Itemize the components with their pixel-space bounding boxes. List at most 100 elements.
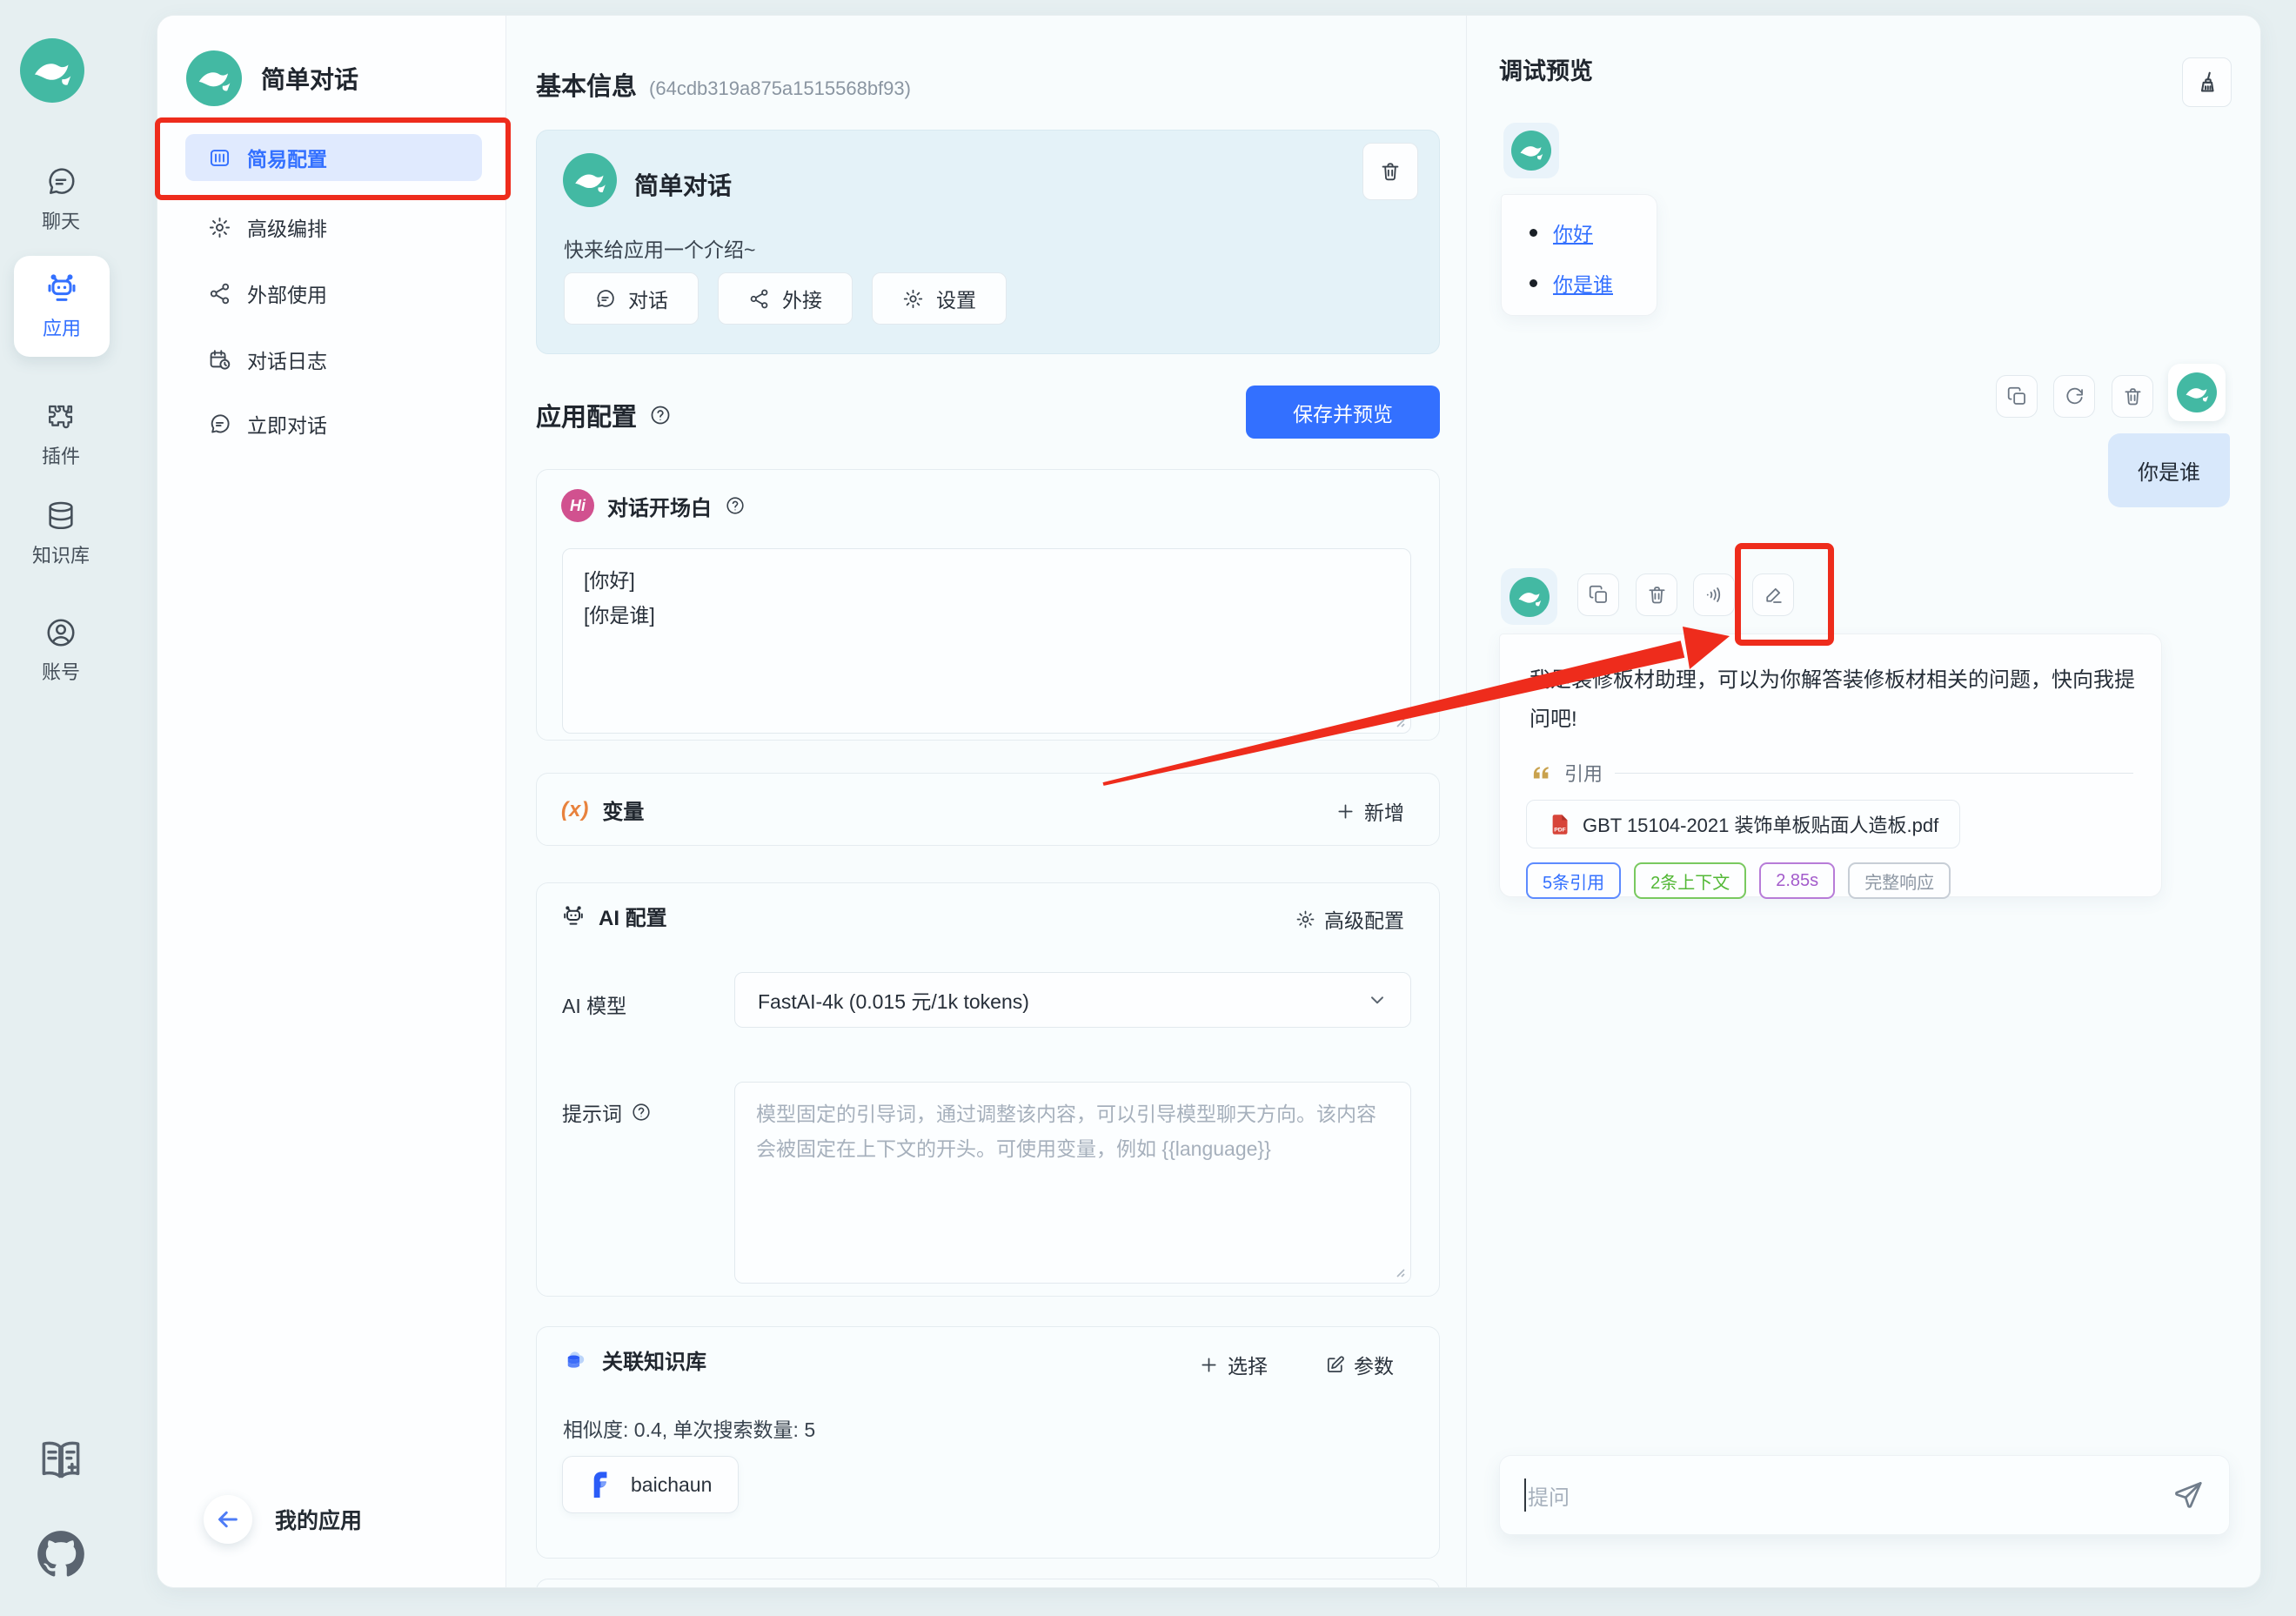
paper-plane-icon — [2172, 1479, 2205, 1512]
chat-action-button[interactable]: 对话 — [564, 272, 699, 325]
ai-model-select[interactable]: FastAI-4k (0.015 元/1k tokens) — [734, 972, 1411, 1028]
context-badge[interactable]: 2条上下文 — [1634, 862, 1746, 899]
send-button[interactable] — [2172, 1479, 2205, 1512]
nav-item-simple-config[interactable]: 简易配置 — [185, 134, 482, 181]
trash-icon — [1646, 584, 1668, 606]
kb-dataset-chip[interactable]: baichaun — [562, 1456, 739, 1513]
advanced-config-button[interactable]: 高级配置 — [1295, 904, 1404, 934]
left-rail: 聊天 应用 插件 知识库 账号 — [0, 0, 157, 1616]
kb-search-info: 相似度: 0.4, 单次搜索数量: 5 — [563, 1413, 815, 1443]
rail-item-apps[interactable]: 应用 — [14, 256, 110, 357]
gear-icon — [208, 216, 231, 239]
gear-icon — [1295, 909, 1315, 929]
ai-config-header: AI 配置 — [561, 901, 667, 931]
rail-item-account[interactable]: 账号 — [0, 616, 122, 685]
read-aloud-button[interactable] — [1693, 573, 1735, 616]
nav-item-external-use[interactable]: 外部使用 — [185, 270, 482, 317]
button-label: 对话 — [628, 284, 668, 313]
app-title: 简单对话 — [261, 61, 358, 96]
clear-chat-button[interactable] — [2182, 57, 2232, 107]
add-variable-button[interactable]: 新增 — [1335, 796, 1404, 826]
full-response-badge[interactable]: 完整响应 — [1848, 862, 1951, 899]
rail-item-plugins[interactable]: 插件 — [0, 400, 122, 469]
rail-item-label: 知识库 — [32, 540, 90, 568]
debug-preview-title: 调试预览 — [1499, 52, 1593, 86]
broom-icon — [2194, 70, 2220, 96]
bot-avatar-icon — [1511, 131, 1551, 171]
nav-item-label: 立即对话 — [247, 409, 327, 439]
welcome-link-row: 你好 — [1514, 218, 1648, 247]
button-label: 外接 — [782, 284, 822, 313]
help-icon[interactable] — [725, 495, 746, 516]
delete-app-button[interactable] — [1362, 143, 1418, 200]
nav-item-advanced-orchestration[interactable]: 高级编排 — [185, 204, 482, 251]
kb-params-button[interactable]: 参数 — [1325, 1350, 1394, 1379]
opening-textarea[interactable]: [你好] [你是谁] — [563, 549, 1410, 733]
citation-file-chip[interactable]: GBT 15104-2021 装饰单板贴面人造板.pdf — [1526, 800, 1960, 848]
kb-select-button[interactable]: 选择 — [1199, 1350, 1268, 1379]
nav-item-label: 对话日志 — [247, 345, 327, 374]
welcome-link[interactable]: 你好 — [1553, 218, 1593, 247]
plus-icon — [1199, 1355, 1219, 1375]
nav-item-label: 外部使用 — [247, 278, 327, 308]
kb-header: 关联知识库 — [561, 1344, 706, 1375]
edit-response-button[interactable] — [1752, 573, 1794, 616]
help-icon[interactable] — [631, 1102, 652, 1123]
person-circle-icon — [44, 616, 77, 649]
resize-handle[interactable] — [1392, 714, 1406, 728]
resize-handle[interactable] — [1392, 1264, 1406, 1278]
chat-bubble-icon — [208, 412, 231, 436]
bot-avatar-icon — [1509, 577, 1550, 617]
delete-response-button[interactable] — [1636, 573, 1677, 616]
opening-header: Hi 对话开场白 — [561, 489, 746, 522]
user-avatar — [2168, 364, 2226, 421]
refresh-icon — [2064, 386, 2085, 407]
simple-config-icon — [208, 146, 231, 170]
rail-item-label: 聊天 — [42, 206, 80, 234]
opening-title: 对话开场白 — [607, 491, 712, 521]
settings-action-button[interactable]: 设置 — [872, 272, 1007, 325]
citations-badge[interactable]: 5条引用 — [1526, 862, 1621, 899]
rail-item-knowledge[interactable]: 知识库 — [0, 500, 122, 568]
chat-input[interactable]: 提问 — [1499, 1455, 2230, 1535]
app-id: (64cdb319a875a1515568bf93) — [649, 77, 911, 100]
nav-item-label: 高级编排 — [247, 212, 327, 242]
delete-message-button[interactable] — [2112, 375, 2153, 418]
github-button[interactable] — [37, 1530, 85, 1579]
prompt-textarea[interactable]: 模型固定的引导词，通过调整该内容，可以引导模型聊天方向。该内容会被固定在上下文的… — [735, 1083, 1410, 1283]
back-button[interactable] — [204, 1495, 252, 1544]
docs-button[interactable] — [37, 1436, 85, 1485]
copy-response-button[interactable] — [1577, 573, 1619, 616]
app-config-header: 应用配置 — [536, 397, 672, 433]
prompt-textarea-wrap: 模型固定的引导词，通过调整该内容，可以引导模型聊天方向。该内容会被固定在上下文的… — [734, 1082, 1411, 1284]
latency-badge[interactable]: 2.85s — [1759, 862, 1835, 899]
app-avatar — [563, 153, 617, 207]
rail-item-chat[interactable]: 聊天 — [0, 165, 122, 234]
retry-message-button[interactable] — [2053, 375, 2095, 418]
debug-preview-column: 调试预览 你好 你是谁 — [1467, 16, 2260, 1587]
knowledge-base-icon — [561, 1346, 589, 1374]
back-label: 我的应用 — [275, 1504, 362, 1535]
brand-logo[interactable] — [20, 38, 84, 103]
nav-item-chat-logs[interactable]: 对话日志 — [185, 336, 482, 383]
rail-item-label: 应用 — [43, 313, 81, 341]
variable-icon: (x) — [561, 798, 589, 822]
copy-icon — [2006, 386, 2028, 407]
back-to-my-apps[interactable]: 我的应用 — [204, 1495, 362, 1544]
ai-message-text: 我是装修板材助理，可以为你解答装修板材相关的问题，快向我提问吧! — [1530, 660, 2144, 739]
welcome-link[interactable]: 你是谁 — [1553, 268, 1613, 298]
kb-select-label: 选择 — [1228, 1350, 1268, 1379]
nav-item-chat-now[interactable]: 立即对话 — [185, 400, 482, 447]
copy-message-button[interactable] — [1996, 375, 2038, 418]
basic-info-header: 基本信息 (64cdb319a875a1515568bf93) — [536, 66, 911, 103]
voice-icon — [1704, 584, 1725, 606]
ai-model-label: AI 模型 — [562, 989, 626, 1019]
help-icon[interactable] — [649, 404, 672, 426]
save-and-preview-button[interactable]: 保存并预览 — [1246, 386, 1440, 439]
user-avatar-icon — [2177, 372, 2217, 412]
bot-avatar — [1503, 123, 1559, 178]
external-action-button[interactable]: 外接 — [718, 272, 853, 325]
bullet-dot — [1530, 279, 1537, 287]
opening-statement-card: Hi 对话开场白 [你好] [你是谁] — [536, 469, 1440, 741]
kb-title: 关联知识库 — [602, 1344, 706, 1375]
